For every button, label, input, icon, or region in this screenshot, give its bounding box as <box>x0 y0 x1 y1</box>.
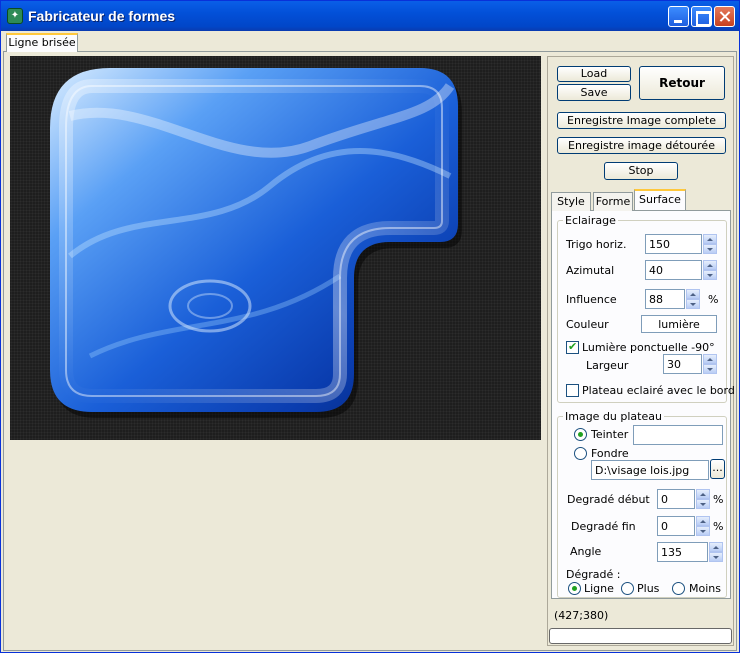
stop-button[interactable]: Stop <box>604 162 678 180</box>
teinter-label: Teinter <box>591 428 629 441</box>
degrade-plus-label: Plus <box>637 582 660 595</box>
degrade-fin-spinner[interactable] <box>696 516 710 536</box>
retour-button[interactable]: Retour <box>639 66 725 100</box>
trigo-spinner[interactable] <box>703 234 717 254</box>
influence-label: Influence <box>566 293 617 306</box>
preview-canvas[interactable] <box>10 56 541 440</box>
tab-ligne-brisee[interactable]: Ligne brisée <box>6 33 78 52</box>
trigo-label: Trigo horiz. <box>566 238 627 251</box>
lumiere-ponctuelle-checkbox[interactable] <box>566 340 579 354</box>
lumiere-ponctuelle-label: Lumière ponctuelle -90° <box>582 341 715 354</box>
azimutal-input[interactable]: 40 <box>645 260 702 280</box>
eclairage-title: Eclairage <box>563 214 618 227</box>
close-button[interactable] <box>714 6 735 27</box>
largeur-label: Largeur <box>586 359 629 372</box>
azimutal-spinner[interactable] <box>703 260 717 280</box>
degrade-debut-label: Degradé début <box>567 493 650 506</box>
largeur-spinner[interactable] <box>703 354 717 374</box>
save-button[interactable]: Save <box>557 84 631 101</box>
image-path-input[interactable]: D:\visage lois.jpg <box>591 460 709 480</box>
degrade-moins-radio[interactable] <box>672 582 685 595</box>
couleur-lumiere-button[interactable]: lumière <box>641 315 717 333</box>
azimutal-label: Azimutal <box>566 264 615 277</box>
fondre-radio[interactable] <box>574 447 587 460</box>
degrade-debut-input[interactable]: 0 <box>657 489 695 509</box>
title-bar[interactable]: ✦ Fabricateur de formes <box>1 1 739 31</box>
degrade-fin-unit: % <box>713 520 724 533</box>
browse-button[interactable]: ... <box>710 459 725 479</box>
degrade-plus-radio[interactable] <box>621 582 634 595</box>
degrade-ligne-radio[interactable] <box>568 582 581 595</box>
maximize-button[interactable] <box>691 6 712 27</box>
fondre-label: Fondre <box>591 447 629 460</box>
save-cutout-image-button[interactable]: Enregistre image détourée <box>557 137 726 154</box>
teinter-radio[interactable] <box>574 428 587 441</box>
influence-spinner[interactable] <box>686 289 700 309</box>
degrade-fin-input[interactable]: 0 <box>657 516 695 536</box>
tab-forme[interactable]: Forme <box>593 192 633 211</box>
angle-input[interactable]: 135 <box>657 542 708 562</box>
degrade-moins-label: Moins <box>689 582 721 595</box>
influence-input[interactable]: 88 <box>645 289 685 309</box>
shape-preview-image <box>50 68 462 418</box>
plateau-title: Image du plateau <box>563 410 664 423</box>
cursor-coordinates: (427;380) <box>554 609 609 622</box>
window-title: Fabricateur de formes <box>28 8 176 24</box>
largeur-input[interactable]: 30 <box>663 354 702 374</box>
app-icon: ✦ <box>7 8 23 24</box>
progress-bar <box>549 628 732 644</box>
tab-surface[interactable]: Surface <box>634 189 686 210</box>
degrade-debut-spinner[interactable] <box>696 489 710 509</box>
tab-style[interactable]: Style <box>551 192 591 211</box>
app-window: ✦ Fabricateur de formes Ligne brisée Loa… <box>0 0 740 653</box>
degrade-type-title: Dégradé : <box>566 568 621 581</box>
plateau-eclaire-checkbox[interactable] <box>566 384 579 397</box>
influence-unit: % <box>708 293 719 306</box>
degrade-debut-unit: % <box>713 493 724 506</box>
angle-spinner[interactable] <box>709 542 723 562</box>
minimize-button[interactable] <box>668 6 689 27</box>
degrade-fin-label: Degradé fin <box>571 520 636 533</box>
degrade-ligne-label: Ligne <box>584 582 614 595</box>
save-full-image-button[interactable]: Enregistre Image complete <box>557 112 726 129</box>
trigo-input[interactable]: 150 <box>645 234 702 254</box>
teinter-color-field[interactable] <box>633 425 723 445</box>
couleur-label: Couleur <box>566 318 609 331</box>
plateau-eclaire-label: Plateau eclairé avec le bord <box>582 384 735 397</box>
load-button[interactable]: Load <box>557 66 631 82</box>
angle-label: Angle <box>570 545 602 558</box>
